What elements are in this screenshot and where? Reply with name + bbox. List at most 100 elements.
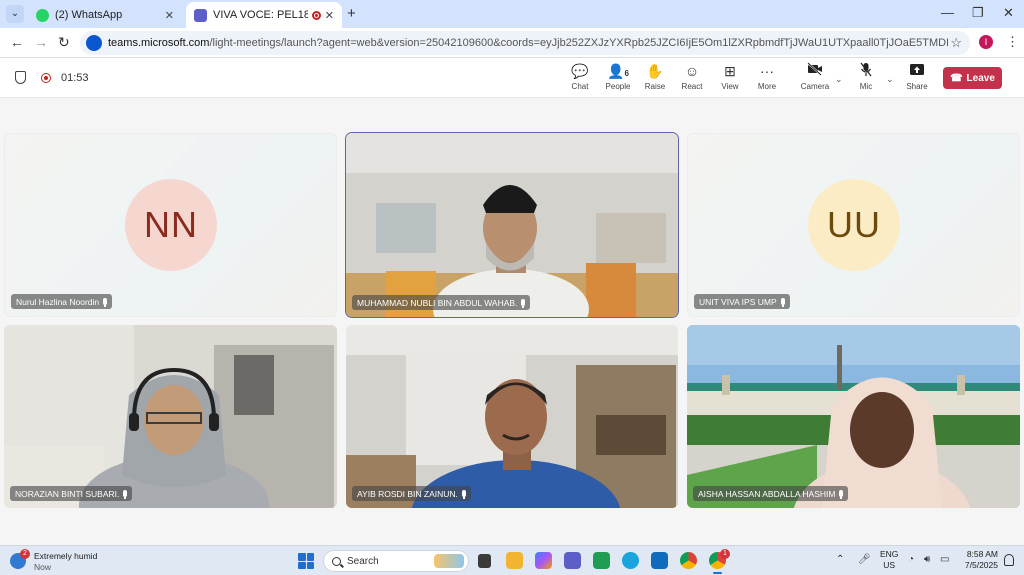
- search-icon: [332, 556, 341, 566]
- react-button[interactable]: ☺ React: [672, 62, 712, 91]
- notification-badge: 2: [20, 549, 30, 559]
- participant-nameplate: UNIT VIVA IPS UMP: [694, 294, 790, 309]
- mic-icon: [103, 298, 108, 307]
- raise-hand-icon: ✋: [646, 63, 664, 79]
- mic-icon: [521, 299, 526, 308]
- restore-icon[interactable]: ❐: [972, 5, 984, 21]
- camera-off-icon: [795, 62, 835, 80]
- mic-options-chevron-icon[interactable]: ⌄: [886, 74, 894, 85]
- people-icon: 👤6: [607, 63, 629, 79]
- teams-icon[interactable]: [564, 552, 581, 569]
- close-tab-icon[interactable]: ✕: [325, 9, 334, 22]
- file-explorer-icon[interactable]: [506, 552, 523, 569]
- tab-teams-meeting[interactable]: VIVA VOCE: PEL18001-NUR ✕: [186, 2, 342, 28]
- raise-hand-button[interactable]: ✋ Raise: [635, 62, 675, 91]
- video-feed-image: [346, 325, 678, 508]
- reload-icon[interactable]: ↻: [58, 34, 70, 51]
- camera-button[interactable]: Camera: [795, 62, 835, 91]
- grid-view-icon: ⊞: [724, 63, 736, 79]
- participant-nameplate: NORAZIAN BINTI SUBARI.: [10, 486, 133, 501]
- people-button[interactable]: 👤6 People: [598, 62, 638, 91]
- system-clock[interactable]: 8:58 AM 7/5/2025: [958, 549, 998, 571]
- copilot-icon[interactable]: [535, 552, 552, 569]
- participant-nameplate: AISHA HASSAN ABDALLA HASHIM: [693, 486, 849, 501]
- site-info-icon[interactable]: [86, 35, 102, 51]
- profile-avatar[interactable]: I: [979, 35, 993, 49]
- mic-icon: [461, 490, 466, 499]
- mic-icon: [839, 490, 844, 499]
- recording-icon: [41, 73, 51, 83]
- mic-button[interactable]: Mic: [846, 62, 886, 91]
- close-tab-icon[interactable]: ✕: [165, 9, 174, 22]
- tab-title: VIVA VOCE: PEL18001-NUR: [213, 9, 308, 21]
- participant-nameplate: AYIB ROSDI BIN ZAINUN.: [352, 486, 471, 501]
- participant-nameplate: MUHAMMAD NUBLI BIN ABDUL WAHAB.: [352, 295, 531, 310]
- url-text: teams.microsoft.com/light-meetings/launc…: [108, 37, 948, 49]
- more-button[interactable]: ··· More: [747, 62, 787, 91]
- avatar: UU: [808, 179, 900, 271]
- forward-icon[interactable]: →: [34, 34, 48, 50]
- chat-button[interactable]: 💬 Chat: [560, 62, 600, 91]
- language-indicator[interactable]: ENG US: [880, 549, 898, 571]
- show-hidden-icons-chevron[interactable]: ⌃: [836, 554, 844, 565]
- participant-tile[interactable]: NORAZIAN BINTI SUBARI.: [4, 325, 337, 508]
- video-feed-image: [346, 133, 678, 317]
- task-view-icon[interactable]: [478, 554, 491, 568]
- participant-tile[interactable]: NN Nurul Hazlina Noordin: [4, 133, 337, 317]
- tab-whatsapp[interactable]: (2) WhatsApp ✕: [28, 2, 182, 28]
- participant-tile[interactable]: UU UNIT VIVA IPS UMP: [687, 133, 1020, 317]
- phone-hangup-icon: ☎: [950, 72, 963, 84]
- taskbar: 2 Extremely humid Now Search 1 ⌃ 🎤︎ ENG …: [0, 545, 1024, 575]
- close-window-icon[interactable]: ✕: [1003, 5, 1014, 21]
- whatsapp-icon: [36, 8, 49, 22]
- video-feed-image: [687, 325, 1020, 508]
- new-tab-icon[interactable]: +: [347, 5, 356, 22]
- teams-icon: [194, 8, 207, 22]
- more-dots-icon: ···: [760, 63, 774, 79]
- meeting-timer: 01:53: [61, 72, 89, 84]
- edge-icon[interactable]: [622, 552, 639, 569]
- wifi-icon[interactable]: ◔: [908, 554, 914, 565]
- view-button[interactable]: ⊞ View: [710, 62, 750, 91]
- recording-indicator-icon: [311, 10, 321, 20]
- chat-icon: 💬: [571, 63, 589, 79]
- back-icon[interactable]: ←: [10, 34, 24, 50]
- search-highlight-image: [434, 554, 464, 568]
- participant-tile-active-speaker[interactable]: MUHAMMAD NUBLI BIN ABDUL WAHAB.: [345, 132, 679, 318]
- tab-search-chevron-icon[interactable]: ⌄: [6, 5, 24, 23]
- video-feed-image: [4, 325, 337, 508]
- browser-tab-strip: ⌄ (2) WhatsApp ✕ VIVA VOCE: PEL18001-NUR…: [0, 0, 1024, 28]
- volume-icon[interactable]: 🔊︎: [924, 554, 930, 565]
- url-field[interactable]: teams.microsoft.com/light-meetings/launc…: [80, 31, 970, 55]
- notifications-bell-icon[interactable]: [1004, 554, 1014, 566]
- tab-title: (2) WhatsApp: [55, 9, 123, 21]
- windows-start-icon[interactable]: [298, 553, 314, 569]
- mic-icon: [123, 490, 128, 499]
- weather-widget[interactable]: 2 Extremely humid Now: [10, 549, 110, 572]
- participant-tile[interactable]: AISHA HASSAN ABDALLA HASHIM: [687, 325, 1020, 508]
- people-count: 6: [624, 69, 629, 78]
- taskbar-search-box[interactable]: Search: [323, 550, 469, 572]
- shield-icon[interactable]: [15, 71, 26, 84]
- share-screen-icon: [897, 62, 937, 80]
- chrome-badge: 1: [720, 549, 730, 559]
- browser-menu-icon[interactable]: ⋮: [1006, 34, 1019, 50]
- address-bar: ← → ↻ teams.microsoft.com/light-meetings…: [0, 28, 1024, 58]
- video-stage: NN Nurul Hazlina Noordin MUHAMMAD NUBLI …: [0, 99, 1024, 545]
- battery-icon[interactable]: ▭: [940, 554, 949, 565]
- participant-tile[interactable]: AYIB ROSDI BIN ZAINUN.: [346, 325, 678, 508]
- excel-icon[interactable]: [593, 552, 610, 569]
- avatar: NN: [125, 179, 217, 271]
- participant-nameplate: Nurul Hazlina Noordin: [11, 294, 113, 309]
- camera-options-chevron-icon[interactable]: ⌄: [835, 74, 843, 85]
- share-button[interactable]: Share: [897, 62, 937, 91]
- outlook-icon[interactable]: [651, 552, 668, 569]
- bookmark-star-icon[interactable]: ☆: [950, 35, 962, 51]
- mic-off-icon: [846, 62, 886, 80]
- meeting-toolbar: 01:53 💬 Chat 👤6 People ✋ Raise ☺ React ⊞…: [0, 58, 1024, 98]
- leave-button[interactable]: ☎ Leave: [943, 67, 1002, 89]
- chrome-icon[interactable]: [680, 552, 697, 569]
- smiley-icon: ☺: [684, 63, 700, 79]
- minimize-icon[interactable]: —: [941, 5, 954, 20]
- location-icon: 🎤︎: [858, 554, 871, 565]
